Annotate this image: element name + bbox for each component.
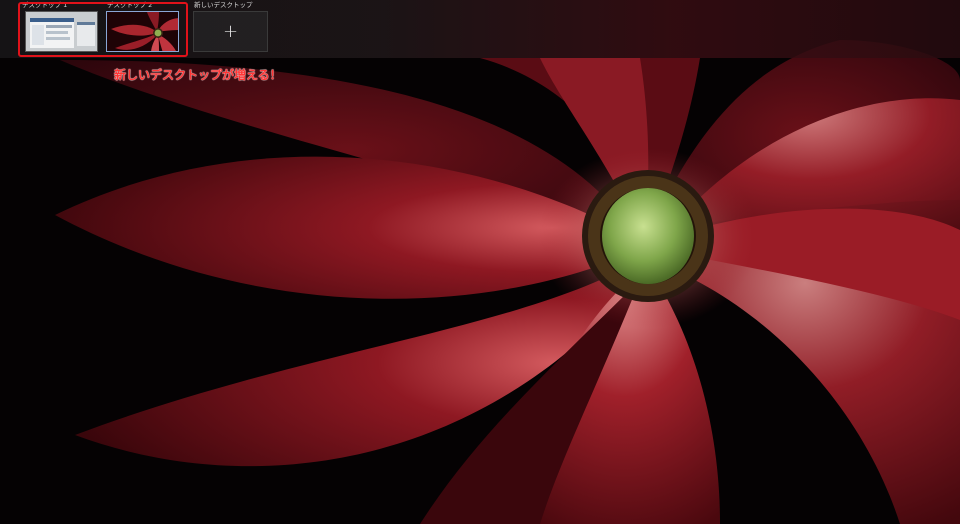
annotation-text: 新しいデスクトップが増える！ bbox=[114, 68, 282, 82]
new-desktop-label: 新しいデスクトップ bbox=[194, 1, 253, 9]
plus-icon: + bbox=[222, 20, 239, 42]
new-desktop-button[interactable]: + bbox=[193, 11, 268, 52]
desktops-highlight-box bbox=[18, 2, 188, 57]
desktop-screen: デスクトップ 1 デスクトップ 2 新しいデスクトップ + 新しいデスクトップが… bbox=[0, 0, 960, 524]
